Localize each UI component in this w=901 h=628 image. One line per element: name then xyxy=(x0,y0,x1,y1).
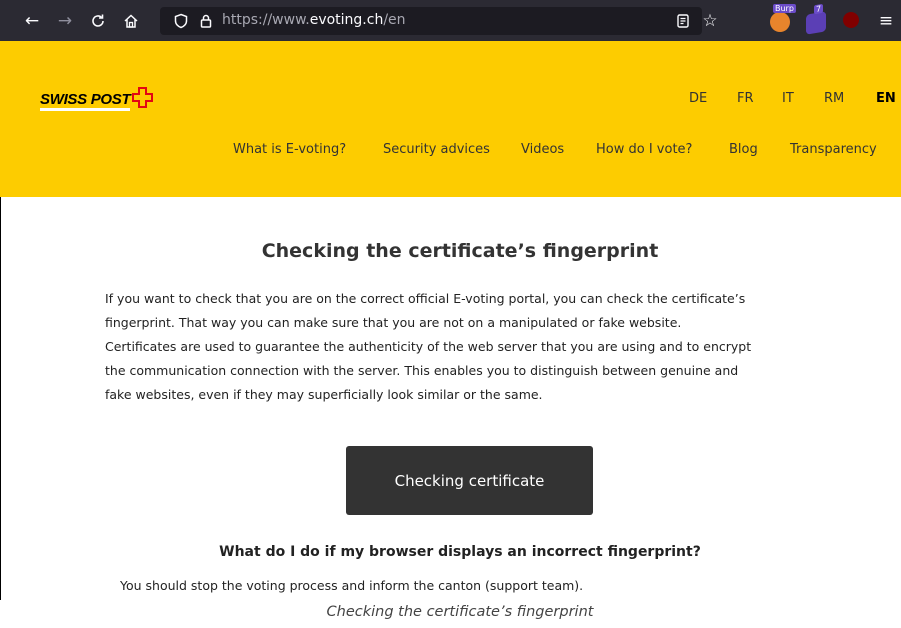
lang-rm[interactable]: RM xyxy=(824,91,844,106)
intro-paragraph: If you want to check that you are on the… xyxy=(105,287,825,407)
nav-what-is-evoting[interactable]: What is E-voting? xyxy=(233,142,346,157)
paragraph-line: the communication connection with the se… xyxy=(105,363,739,378)
url-host: evoting.ch xyxy=(309,12,384,28)
swiss-post-logo[interactable]: SWISS POST xyxy=(40,87,154,111)
lang-en[interactable]: EN xyxy=(876,91,896,106)
figure-caption: Checking the certificate’s fingerprint xyxy=(326,604,594,620)
nav-transparency[interactable]: Transparency xyxy=(790,142,877,157)
nav-how-do-i-vote[interactable]: How do I vote? xyxy=(596,142,692,157)
ublock-icon[interactable] xyxy=(843,12,859,28)
paragraph-line: fingerprint. That way you can make sure … xyxy=(105,315,682,330)
back-arrow-icon[interactable]: ← xyxy=(21,10,43,32)
lang-fr[interactable]: FR xyxy=(737,91,754,106)
nav-blog[interactable]: Blog xyxy=(729,142,758,157)
browser-toolbar: ← → https://www.evoting.ch/en ☆ Burp 7 ≡ xyxy=(0,0,901,41)
url-suffix: /en xyxy=(383,12,406,28)
incorrect-fingerprint-heading: What do I do if my browser displays an i… xyxy=(219,544,701,560)
lang-it[interactable]: IT xyxy=(782,91,794,106)
nav-videos[interactable]: Videos xyxy=(521,142,564,157)
nav-security-advices[interactable]: Security advices xyxy=(383,142,490,157)
menu-hamburger-icon[interactable]: ≡ xyxy=(875,10,897,32)
url-text[interactable]: https://www.evoting.ch/en xyxy=(222,0,406,41)
home-icon[interactable] xyxy=(120,10,142,32)
incorrect-fingerprint-text: You should stop the voting process and i… xyxy=(120,578,584,593)
shield-icon[interactable] xyxy=(170,10,192,32)
paragraph-line: fake websites, even if they may superfic… xyxy=(105,387,543,402)
logo-text: SWISS POST xyxy=(40,91,131,111)
lang-de[interactable]: DE xyxy=(689,91,707,106)
burp-extension-icon[interactable]: Burp xyxy=(770,4,796,32)
paragraph-line: Certificates are used to guarantee the a… xyxy=(105,339,752,354)
paragraph-line: If you want to check that you are on the… xyxy=(105,291,746,306)
burp-badge: Burp xyxy=(773,4,796,13)
extension-count-badge: 7 xyxy=(814,3,824,15)
bookmark-star-icon[interactable]: ☆ xyxy=(699,10,721,32)
lock-icon[interactable] xyxy=(195,10,217,32)
url-prefix: https://www. xyxy=(222,12,310,28)
swiss-cross-icon xyxy=(132,87,154,108)
page-title: Checking the certificate’s fingerprint xyxy=(261,240,659,262)
checking-certificate-button[interactable]: Checking certificate xyxy=(346,446,593,515)
reload-icon[interactable] xyxy=(87,10,109,32)
forward-arrow-icon[interactable]: → xyxy=(54,10,76,32)
extension-badge-icon[interactable]: 7 xyxy=(806,3,826,35)
site-header: SWISS POST DE FR IT RM EN What is E-voti… xyxy=(0,41,901,197)
reader-view-icon[interactable] xyxy=(672,10,694,32)
